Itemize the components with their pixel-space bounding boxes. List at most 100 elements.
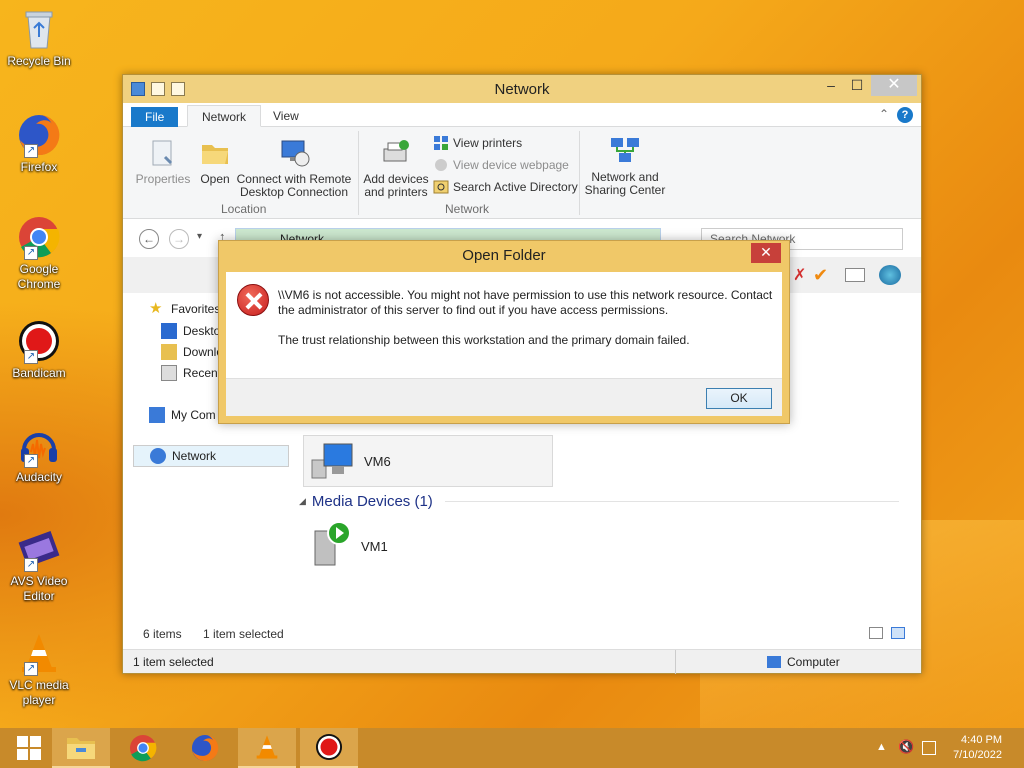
search-ad-button[interactable]: Search Active Directory [433,179,578,195]
recent-places-icon [161,365,177,381]
firefox-icon [191,734,219,762]
network-sharing-center-button[interactable]: Network and Sharing Center [583,135,667,197]
checkmark-icon[interactable]: ✔ [813,265,828,286]
desktop-icon-recycle-bin[interactable]: Recycle Bin [4,6,74,69]
network-sharing-label: Network and Sharing Center [584,170,666,197]
taskbar: ▲ 🔇 4:40 PM 7/10/2022 [0,728,1024,768]
desktop-icon-bandicam[interactable]: ↗ Bandicam [4,318,74,381]
connect-rdp-label: Connect with Remote Desktop Connection [236,172,352,199]
media-server-icon [307,521,351,572]
divider [675,650,676,674]
desktop-icon-label: Bandicam [12,366,66,380]
recent-locations-icon[interactable]: ▾ [197,231,202,242]
network-sharing-icon [609,135,641,167]
card-icon[interactable] [845,268,865,282]
clock[interactable]: 4:40 PM 7/10/2022 [953,733,1002,763]
taskbar-chrome[interactable] [114,728,172,768]
media-item-vm1[interactable]: VM1 [307,521,388,572]
bandicam-icon [315,733,343,761]
desktop-icon-label: AVS Video Editor [10,574,68,603]
shortcut-arrow-icon: ↗ [24,350,38,364]
taskbar-firefox[interactable] [176,728,234,768]
details-view-icon[interactable] [869,627,883,639]
back-button[interactable]: ← [139,229,159,249]
desktop-icon-avs[interactable]: ↗ AVS Video Editor [4,526,74,604]
help-icon[interactable]: ? [897,107,913,123]
collapse-ribbon-icon[interactable]: ⌃ [879,107,889,121]
desktop-icon-firefox[interactable]: ↗ Firefox [4,112,74,175]
close-button[interactable]: ✕ [871,75,917,96]
group-title: Media Devices (1) [311,493,433,510]
nav-my-computer[interactable]: My Com [149,407,216,423]
volume-muted-icon[interactable]: 🔇 [898,739,914,755]
forward-button[interactable]: → [169,229,189,249]
ribbon-separator [579,131,580,215]
network-item-vm6[interactable]: VM6 [303,435,553,487]
vlc-cone-icon: ↗ [16,630,62,676]
taskbar-bandicam[interactable] [300,728,358,768]
network-tray-icon[interactable] [922,741,936,755]
shortcut-arrow-icon: ↗ [24,246,38,260]
clock-time: 4:40 PM [961,734,1002,746]
printer-add-icon [380,137,412,169]
view-device-webpage-button[interactable]: View device webpage [433,157,569,173]
tab-file[interactable]: File [131,107,179,127]
tab-view[interactable]: View [259,105,313,127]
star-icon: ★ [149,300,163,317]
error-detail: The trust relationship between this work… [278,333,690,347]
printers-icon [433,135,449,151]
network-icon [150,448,166,464]
nav-network-label: Network [172,449,217,463]
dialog-titlebar[interactable]: Open Folder ✕ [219,241,789,271]
add-devices-button[interactable]: Add devices and printers [363,137,429,199]
desktop-icon-vlc[interactable]: ↗ VLC media player [4,630,74,708]
globe-icon[interactable] [879,265,901,285]
add-devices-label: Add devices and printers [363,172,429,199]
film-icon: ↗ [16,526,62,572]
window-titlebar[interactable]: Network – ☐ ✕ [123,75,921,103]
start-button[interactable] [0,728,58,768]
group-header-media-devices[interactable]: ◢ Media Devices (1) [299,493,899,510]
shortcut-arrow-icon: ↗ [24,144,38,158]
zone-label: Computer [787,655,840,669]
directory-search-icon [433,179,449,195]
nav-desktop[interactable]: Deskto [161,323,220,339]
vlc-cone-icon [256,735,278,759]
nav-desktop-label: Deskto [183,324,221,338]
desktop-icon-chrome[interactable]: ↗ Google Chrome [4,214,74,292]
desktop-icon-label: Firefox [20,160,58,174]
desktop-icon [161,323,177,339]
ok-button[interactable]: OK [706,388,772,409]
recycle-bin-icon [16,6,62,52]
desktop-icon-audacity[interactable]: ↗ Audacity [4,422,74,485]
group-divider [444,501,899,502]
properties-button[interactable]: Properties [133,137,193,186]
taskbar-vlc[interactable] [238,728,296,768]
show-hidden-icons[interactable]: ▲ [876,741,887,753]
bottom-selection-text: 1 item selected [133,655,214,669]
computer-icon [310,440,354,483]
shortcut-arrow-icon: ↗ [24,454,38,468]
chrome-icon: ↗ [16,214,62,260]
dialog-close-button[interactable]: ✕ [751,243,781,263]
large-icons-view-icon[interactable] [891,627,905,639]
nav-network[interactable]: Network [133,445,289,467]
nav-favorites[interactable]: ★ Favorites [149,301,220,317]
nav-recent[interactable]: Recent [161,365,221,381]
connect-rdp-button[interactable]: Connect with Remote Desktop Connection [235,137,353,199]
delete-icon[interactable]: ✗ [793,265,806,285]
error-icon [237,284,269,316]
view-printers-button[interactable]: View printers [433,135,522,151]
open-button[interactable]: Open [195,137,235,186]
minimize-button[interactable]: – [817,75,845,96]
properties-icon [147,137,179,169]
taskbar-explorer[interactable] [52,728,110,768]
desktop-icon-label: Google Chrome [17,262,61,291]
ribbon-separator [358,131,359,215]
maximize-button[interactable]: ☐ [843,75,871,96]
dialog-title: Open Folder [462,247,546,264]
computer-zone-icon [767,656,781,668]
nav-downloads[interactable]: Downlo [161,344,223,360]
tab-network[interactable]: Network [187,105,262,127]
dialog-body: \\VM6 is not accessible. You might not h… [226,272,782,378]
